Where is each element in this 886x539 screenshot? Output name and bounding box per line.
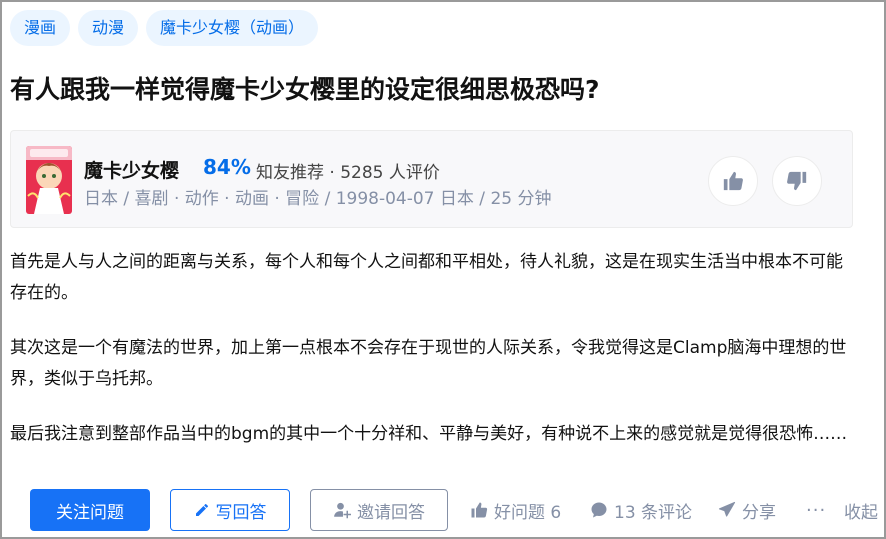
topic-tag[interactable]: 动漫 (78, 10, 139, 46)
question-paragraph: 其次这是一个有魔法的世界，加上第一点根本不会存在于现世的人际关系，令我觉得这是C… (10, 338, 847, 389)
topic-tag[interactable]: 魔卡少女樱（动画） (146, 10, 319, 46)
collapse-button[interactable]: 收起 (844, 489, 878, 531)
thumbs-up-icon (470, 501, 488, 519)
good-question-label: 好问题 6 (494, 502, 562, 523)
invite-answer-button[interactable]: 邀请回答 (310, 489, 448, 531)
recommend-text: 知友推荐 · 5285 人评价 (256, 163, 440, 183)
not-recommend-button[interactable] (772, 156, 822, 206)
invite-user-icon (333, 501, 351, 519)
good-question-button[interactable]: 好问题 6 (470, 489, 561, 531)
poster-image[interactable] (26, 146, 72, 214)
share-button[interactable]: 分享 (718, 489, 776, 531)
write-answer-label: 写回答 (215, 502, 267, 523)
question-actions: 关注问题 写回答 邀请回答 好问题 6 13 条评论 分享 ··· 收起 (30, 489, 885, 531)
question-paragraph: 首先是人与人之间的距离与关系，每个人和每个人之间都和平相处，待人礼貌，这是在现实… (10, 252, 843, 303)
follow-label: 关注问题 (56, 502, 124, 523)
topic-tag[interactable]: 漫画 (10, 10, 71, 46)
comments-button[interactable]: 13 条评论 (590, 489, 692, 531)
recommend-button[interactable] (708, 156, 758, 206)
paper-plane-icon (718, 501, 736, 519)
work-meta: 日本 / 喜剧 · 动作 · 动画 · 冒险 / 1998-04-07 日本 /… (84, 189, 552, 209)
work-name[interactable]: 魔卡少女樱 (84, 156, 179, 183)
more-button[interactable]: ··· (806, 489, 826, 531)
question-paragraph: 最后我注意到整部作品当中的bgm的其中一个十分祥和、平静与美好，有种说不上来的感… (10, 424, 848, 444)
share-label: 分享 (742, 502, 776, 523)
recommend-score: 84% (203, 155, 251, 179)
pencil-icon (194, 502, 210, 518)
thumbs-down-icon (786, 170, 808, 192)
thumbs-up-icon (722, 170, 744, 192)
comments-label: 13 条评论 (614, 502, 693, 523)
comment-bubble-icon (590, 501, 608, 519)
question-title: 有人跟我一样觉得魔卡少女樱里的设定很细思极恐吗? (10, 75, 600, 104)
follow-question-button[interactable]: 关注问题 (30, 489, 150, 531)
topic-tags: 漫画 动漫 魔卡少女樱（动画） (10, 10, 319, 46)
invite-label: 邀请回答 (357, 502, 425, 523)
work-card: 魔卡少女樱 84% 知友推荐 · 5285 人评价 日本 / 喜剧 · 动作 ·… (10, 130, 853, 228)
write-answer-button[interactable]: 写回答 (170, 489, 290, 531)
